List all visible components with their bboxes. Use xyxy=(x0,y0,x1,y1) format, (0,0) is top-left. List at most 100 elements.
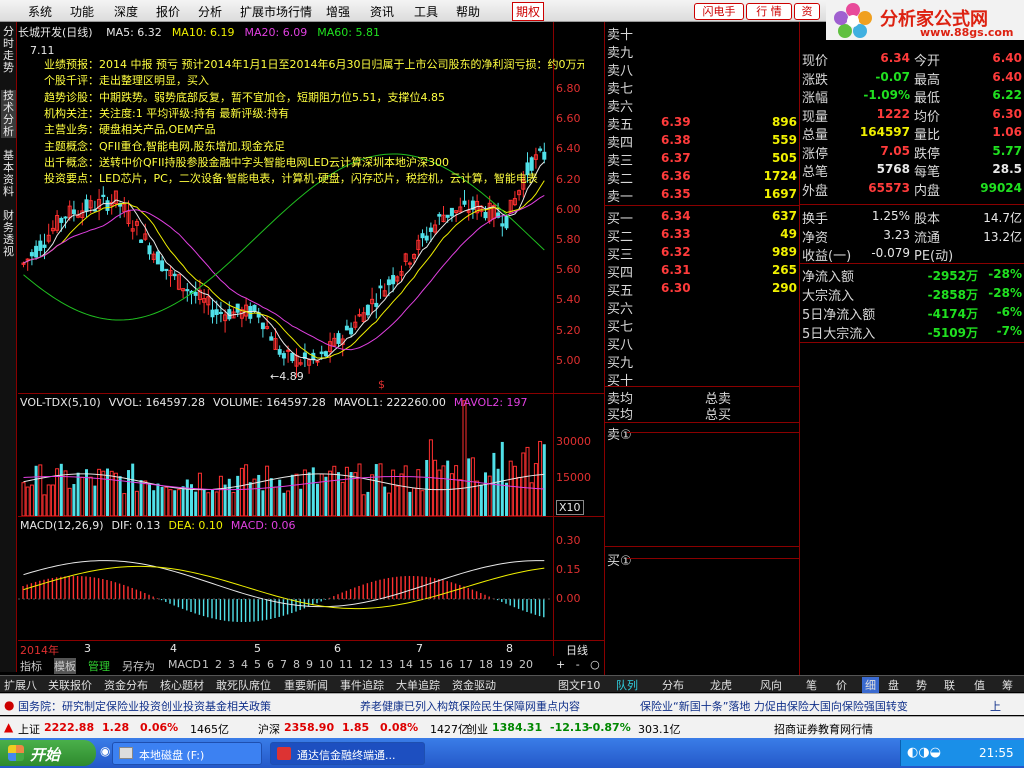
indicator-tab-16[interactable]: 12 xyxy=(359,658,373,671)
sell-queue-line xyxy=(627,432,799,433)
tab-basic-info[interactable]: 基本资料 xyxy=(1,150,16,198)
indicator-tab-19[interactable]: 15 xyxy=(419,658,433,671)
menu-item-2[interactable]: 深度 xyxy=(114,3,138,20)
menu-item-0[interactable]: 系统 xyxy=(28,3,52,20)
volume-bar xyxy=(80,476,85,517)
menu-item-1[interactable]: 功能 xyxy=(70,3,94,20)
menu-item-7[interactable]: 资讯 xyxy=(370,3,394,20)
detail-tab-4[interactable]: 笔 xyxy=(806,677,817,693)
overlay-line-0: 业绩预报：2014 中报 预亏 预计2014年1月1日至2014年6月30日归属… xyxy=(44,58,584,71)
ext-tab-2[interactable]: 资金分布 xyxy=(104,677,148,693)
menu-item-8[interactable]: 工具 xyxy=(414,3,438,20)
ext-tab-8[interactable]: 资金驱动 xyxy=(452,677,496,693)
detail-tab-6[interactable]: 细 xyxy=(862,677,879,693)
indicator-tab-15[interactable]: 11 xyxy=(339,658,353,671)
indicator-tab-17[interactable]: 13 xyxy=(379,658,393,671)
news-item-4[interactable]: 上 xyxy=(990,698,1001,714)
indicator-tab-24[interactable]: 20 xyxy=(519,658,533,671)
candle-body xyxy=(71,209,76,215)
detail-tab-1[interactable]: 分布 xyxy=(662,677,684,693)
buy-level-label: 买一 xyxy=(607,212,634,227)
detail-tab-11[interactable]: 筹 xyxy=(1002,677,1013,693)
menu-item-3[interactable]: 报价 xyxy=(156,3,180,20)
ext-tab-5[interactable]: 重要新闻 xyxy=(284,677,328,693)
volume-bar xyxy=(316,483,319,516)
quote-label: 现量 xyxy=(802,109,829,125)
flash-trade-button[interactable]: 闪电手 xyxy=(694,3,744,20)
indicator-tab-6[interactable]: 2 xyxy=(215,658,222,671)
candle-body xyxy=(218,311,223,315)
indicator-tab-18[interactable]: 14 xyxy=(399,658,413,671)
ext-tab-3[interactable]: 核心题材 xyxy=(160,677,204,693)
ext-tab-4[interactable]: 敢死队席位 xyxy=(216,677,271,693)
macd-header-2: DEA: 0.10 xyxy=(168,519,223,532)
indicator-tab-12[interactable]: 8 xyxy=(293,658,300,671)
ext-tab-6[interactable]: 事件追踪 xyxy=(340,677,384,693)
candle-body xyxy=(315,360,320,363)
indicator-tab-2[interactable]: 管理 xyxy=(88,658,110,674)
task-local-disk[interactable]: 本地磁盘 (F:) xyxy=(112,742,262,765)
detail-tab-9[interactable]: 联 xyxy=(944,677,955,693)
detail-tab-8[interactable]: 势 xyxy=(916,677,927,693)
indicator-tab-1[interactable]: 模板 xyxy=(54,658,76,674)
flow-label: 净流入额 xyxy=(802,270,855,285)
tab-intraday[interactable]: 分时走势 xyxy=(1,26,16,74)
task-tdx-terminal[interactable]: 通达信金融终端通... xyxy=(270,742,425,765)
sell-queue-label[interactable]: 卖① xyxy=(607,424,632,443)
buy-queue-label[interactable]: 买① xyxy=(607,550,632,569)
ext-tab-0[interactable]: 扩展八 xyxy=(4,677,37,693)
candle-body xyxy=(500,223,505,227)
indicator-tab-13[interactable]: 9 xyxy=(306,658,313,671)
menu-item-4[interactable]: 分析 xyxy=(198,3,222,20)
menu-item-6[interactable]: 增强 xyxy=(326,3,350,20)
candle-body xyxy=(538,148,543,151)
indicator-tab-23[interactable]: 19 xyxy=(499,658,513,671)
candle-body xyxy=(386,279,391,286)
tray-icons[interactable]: ◐◑◒ xyxy=(907,745,941,760)
tab-technical[interactable]: 技术分析 xyxy=(1,90,16,138)
volume-bar xyxy=(118,476,122,516)
ext-tab-1[interactable]: 关联报价 xyxy=(48,677,92,693)
news-item-2[interactable]: 养老健康已列入构筑保险民生保障网重点内容 xyxy=(360,698,580,714)
indicator-tab-20[interactable]: 16 xyxy=(439,658,453,671)
start-button[interactable]: 开始 xyxy=(0,740,96,766)
indicator-tab-5[interactable]: 1 xyxy=(202,658,209,671)
indicator-tab-21[interactable]: 17 xyxy=(459,658,473,671)
buy-level-label: 买八 xyxy=(607,338,634,353)
candle-body xyxy=(319,351,324,355)
quotes-button[interactable]: 行 情 xyxy=(746,3,792,20)
ma5-line xyxy=(23,161,545,361)
detail-tab-10[interactable]: 值 xyxy=(974,677,985,693)
news-item-1[interactable]: 国务院：研究制定保险业投资创业投资基金相关政策 xyxy=(18,698,271,714)
news-item-3[interactable]: 保险业“新国十条”落地 力促由保险大国向保险强国转变 xyxy=(640,698,908,714)
volume-bar xyxy=(176,489,181,517)
ext-tab-7[interactable]: 大单追踪 xyxy=(396,677,440,693)
detail-tab-3[interactable]: 风向 xyxy=(760,677,782,693)
vol-header-3: MAVOL1: 222260.00 xyxy=(333,396,446,409)
indicator-tab-11[interactable]: 7 xyxy=(280,658,287,671)
indicator-tab-0[interactable]: 指标 xyxy=(20,658,42,674)
menu-item-9[interactable]: 帮助 xyxy=(456,3,480,20)
indicator-tab-22[interactable]: 18 xyxy=(479,658,493,671)
indicator-tab-8[interactable]: 4 xyxy=(241,658,248,671)
macd-header-1: DIF: 0.13 xyxy=(111,519,161,532)
indicator-tab-9[interactable]: 5 xyxy=(254,658,261,671)
info-button[interactable]: 资 xyxy=(794,3,820,20)
index-field: 创业 xyxy=(466,723,488,736)
ext-tab-9[interactable]: 图文F10 xyxy=(558,677,600,693)
indicator-tab-3[interactable]: 另存为 xyxy=(122,658,155,674)
sell-level-price: 6.37 xyxy=(661,151,691,165)
tab-financial[interactable]: 财务透视 xyxy=(1,210,16,258)
menu-item-5[interactable]: 扩展市场行情 xyxy=(240,3,312,20)
detail-tab-7[interactable]: 盘 xyxy=(888,677,899,693)
indicator-tab-7[interactable]: 3 xyxy=(228,658,235,671)
zoom-controls[interactable]: + - ○ xyxy=(556,658,600,671)
indicator-tab-4[interactable]: MACD xyxy=(168,658,201,671)
detail-tab-2[interactable]: 龙虎 xyxy=(710,677,732,693)
menu-item-10[interactable]: 期权 xyxy=(512,2,545,21)
news-bullet-icon: ● xyxy=(4,698,15,712)
detail-tab-5[interactable]: 价 xyxy=(836,677,847,693)
indicator-tab-10[interactable]: 6 xyxy=(267,658,274,671)
detail-tab-0[interactable]: 队列 xyxy=(616,677,638,693)
indicator-tab-14[interactable]: 10 xyxy=(319,658,333,671)
